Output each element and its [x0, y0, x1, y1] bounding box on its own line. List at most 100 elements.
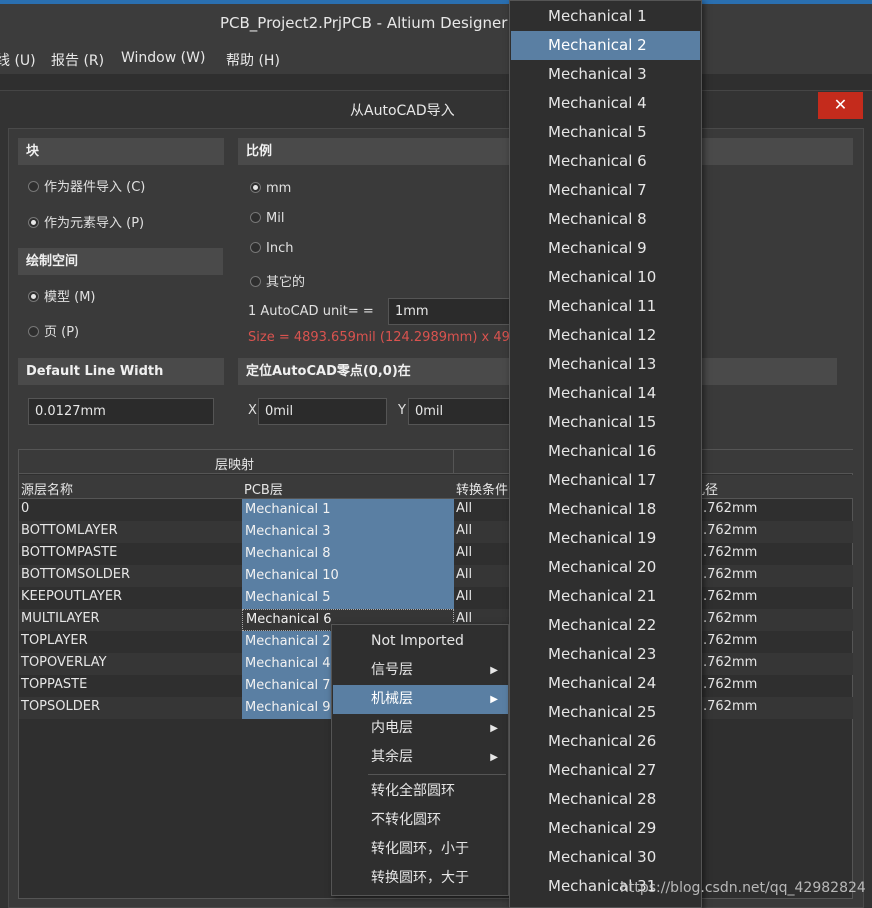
radio-label: mm	[266, 181, 292, 196]
radio-import-as-primitive[interactable]: 作为元素导入 (P)	[28, 212, 144, 231]
table-row[interactable]: 0 Mechanical 1 All .762mm	[19, 499, 853, 521]
cell-hole-size: .762mm	[703, 501, 758, 516]
submenu-item-mechanical-18[interactable]: Mechanical 18	[511, 495, 700, 524]
cell-hole-size: .762mm	[703, 633, 758, 648]
column-header-source-layer[interactable]: 源层名称	[21, 479, 73, 498]
menu-item-not-imported[interactable]: Not Imported	[333, 627, 508, 656]
table-row[interactable]: BOTTOMSOLDER Mechanical 10 All .762mm	[19, 565, 853, 587]
submenu-item-mechanical-25[interactable]: Mechanical 25	[511, 698, 700, 727]
menu-window[interactable]: Window (W)	[121, 50, 205, 66]
column-header-pcb-layer[interactable]: PCB层	[244, 479, 283, 498]
radio-import-as-component[interactable]: 作为器件导入 (C)	[28, 176, 145, 195]
default-line-width-input[interactable]: 0.0127mm	[28, 398, 214, 425]
menu-item-convert-rings-less[interactable]: 转化圆环，小于	[333, 835, 508, 864]
submenu-item-mechanical-27[interactable]: Mechanical 27	[511, 756, 700, 785]
table-row[interactable]: BOTTOMPASTE Mechanical 8 All .762mm	[19, 543, 853, 565]
cell-condition: All	[456, 523, 473, 538]
radio-label: Inch	[266, 241, 294, 256]
radio-paper-space[interactable]: 页 (P)	[28, 321, 79, 340]
size-readout: Size = 4893.659mil (124.2989mm) x 4914	[248, 330, 527, 345]
submenu-item-mechanical-30[interactable]: Mechanical 30	[511, 843, 700, 872]
cell-pcb-layer[interactable]: Mechanical 8	[242, 543, 454, 565]
cell-pcb-layer[interactable]: Mechanical 5	[242, 587, 454, 609]
menu-report[interactable]: 报告 (R)	[51, 50, 104, 70]
menu-help[interactable]: 帮助 (H)	[226, 50, 280, 70]
close-button[interactable]: ✕	[818, 92, 863, 119]
submenu-item-mechanical-11[interactable]: Mechanical 11	[511, 292, 700, 321]
submenu-item-mechanical-22[interactable]: Mechanical 22	[511, 611, 700, 640]
submenu-item-mechanical-6[interactable]: Mechanical 6	[511, 147, 700, 176]
radio-icon	[28, 326, 39, 337]
cell-source-layer: MULTILAYER	[21, 611, 100, 626]
menu-item-convert-rings-greater[interactable]: 转换圆环，大于	[333, 864, 508, 893]
submenu-item-mechanical-3[interactable]: Mechanical 3	[511, 60, 700, 89]
submenu-item-mechanical-7[interactable]: Mechanical 7	[511, 176, 700, 205]
radio-unit-inch[interactable]: Inch	[250, 241, 293, 256]
layer-context-menu: Not Imported 信号层 ▶ 机械层 ▶ 内电层 ▶ 其余层 ▶ 转化全…	[331, 624, 509, 896]
menu-item-mechanical-layer[interactable]: 机械层 ▶	[333, 685, 508, 714]
submenu-item-mechanical-8[interactable]: Mechanical 8	[511, 205, 700, 234]
menu-item-convert-all-rings[interactable]: 转化全部圆环	[333, 777, 508, 806]
menu-item-other-layers[interactable]: 其余层 ▶	[333, 743, 508, 772]
cell-hole-size: .762mm	[703, 589, 758, 604]
submenu-item-mechanical-16[interactable]: Mechanical 16	[511, 437, 700, 466]
submenu-item-mechanical-9[interactable]: Mechanical 9	[511, 234, 700, 263]
submenu-item-mechanical-26[interactable]: Mechanical 26	[511, 727, 700, 756]
cell-source-layer: KEEPOUTLAYER	[21, 589, 123, 604]
submenu-item-mechanical-12[interactable]: Mechanical 12	[511, 321, 700, 350]
cell-pcb-layer[interactable]: Mechanical 3	[242, 521, 454, 543]
submenu-item-mechanical-14[interactable]: Mechanical 14	[511, 379, 700, 408]
autocad-unit-input[interactable]: 1mm	[388, 298, 512, 325]
cell-pcb-layer[interactable]: Mechanical 1	[242, 499, 454, 521]
radio-unit-mil[interactable]: Mil	[250, 211, 284, 226]
cell-source-layer: TOPPASTE	[21, 677, 88, 692]
origin-x-input[interactable]: 0mil	[258, 398, 387, 425]
submenu-item-mechanical-2[interactable]: Mechanical 2	[511, 31, 700, 60]
submenu-item-mechanical-10[interactable]: Mechanical 10	[511, 263, 700, 292]
menu-item-label: 机械层	[371, 691, 413, 707]
cell-hole-size: .762mm	[703, 677, 758, 692]
column-header-convert-condition[interactable]: 转换条件	[456, 479, 508, 498]
submenu-item-mechanical-19[interactable]: Mechanical 19	[511, 524, 700, 553]
radio-label: 其它的	[266, 275, 306, 290]
mechanical-layer-submenu: Mechanical 1 Mechanical 2 Mechanical 3 M…	[509, 0, 702, 908]
cell-condition: All	[456, 545, 473, 560]
cell-source-layer: BOTTOMPASTE	[21, 545, 118, 560]
app-title-bar: PCB_Project2.PrjPCB - Altium Designer (	[0, 0, 872, 44]
submenu-item-mechanical-20[interactable]: Mechanical 20	[511, 553, 700, 582]
radio-selected-icon	[250, 182, 261, 193]
radio-model-space[interactable]: 模型 (M)	[28, 286, 96, 305]
submenu-item-mechanical-29[interactable]: Mechanical 29	[511, 814, 700, 843]
origin-y-input[interactable]: 0mil	[408, 398, 512, 425]
menu-item-signal-layer[interactable]: 信号层 ▶	[333, 656, 508, 685]
submenu-item-mechanical-23[interactable]: Mechanical 23	[511, 640, 700, 669]
cell-hole-size: .762mm	[703, 655, 758, 670]
submenu-item-mechanical-28[interactable]: Mechanical 28	[511, 785, 700, 814]
submenu-item-mechanical-17[interactable]: Mechanical 17	[511, 466, 700, 495]
menu-item-plane-layer[interactable]: 内电层 ▶	[333, 714, 508, 743]
column-divider	[453, 450, 454, 474]
submenu-item-mechanical-5[interactable]: Mechanical 5	[511, 118, 700, 147]
submenu-item-mechanical-21[interactable]: Mechanical 21	[511, 582, 700, 611]
table-row[interactable]: KEEPOUTLAYER Mechanical 5 All .762mm	[19, 587, 853, 609]
submenu-item-mechanical-1[interactable]: Mechanical 1	[511, 2, 700, 31]
submenu-item-mechanical-24[interactable]: Mechanical 24	[511, 669, 700, 698]
radio-label: Mil	[266, 211, 285, 226]
submenu-item-mechanical-13[interactable]: Mechanical 13	[511, 350, 700, 379]
cell-source-layer: BOTTOMSOLDER	[21, 567, 131, 582]
radio-unit-mm[interactable]: mm	[250, 181, 291, 196]
default-line-width-header: Default Line Width	[18, 358, 224, 385]
cell-source-layer: TOPSOLDER	[21, 699, 100, 714]
cell-hole-size: .762mm	[703, 523, 758, 538]
menu-item-no-convert-rings[interactable]: 不转化圆环	[333, 806, 508, 835]
submenu-item-mechanical-15[interactable]: Mechanical 15	[511, 408, 700, 437]
radio-unit-other[interactable]: 其它的	[250, 271, 305, 290]
radio-icon	[250, 276, 261, 287]
menu-item-label: 内电层	[371, 720, 413, 736]
menu-route[interactable]: 线 (U)	[0, 50, 36, 70]
cell-pcb-layer[interactable]: Mechanical 10	[242, 565, 454, 587]
table-column-header: 源层名称 PCB层 转换条件 孔径	[19, 475, 853, 499]
table-row[interactable]: BOTTOMLAYER Mechanical 3 All .762mm	[19, 521, 853, 543]
submenu-item-mechanical-4[interactable]: Mechanical 4	[511, 89, 700, 118]
cell-source-layer: BOTTOMLAYER	[21, 523, 118, 538]
